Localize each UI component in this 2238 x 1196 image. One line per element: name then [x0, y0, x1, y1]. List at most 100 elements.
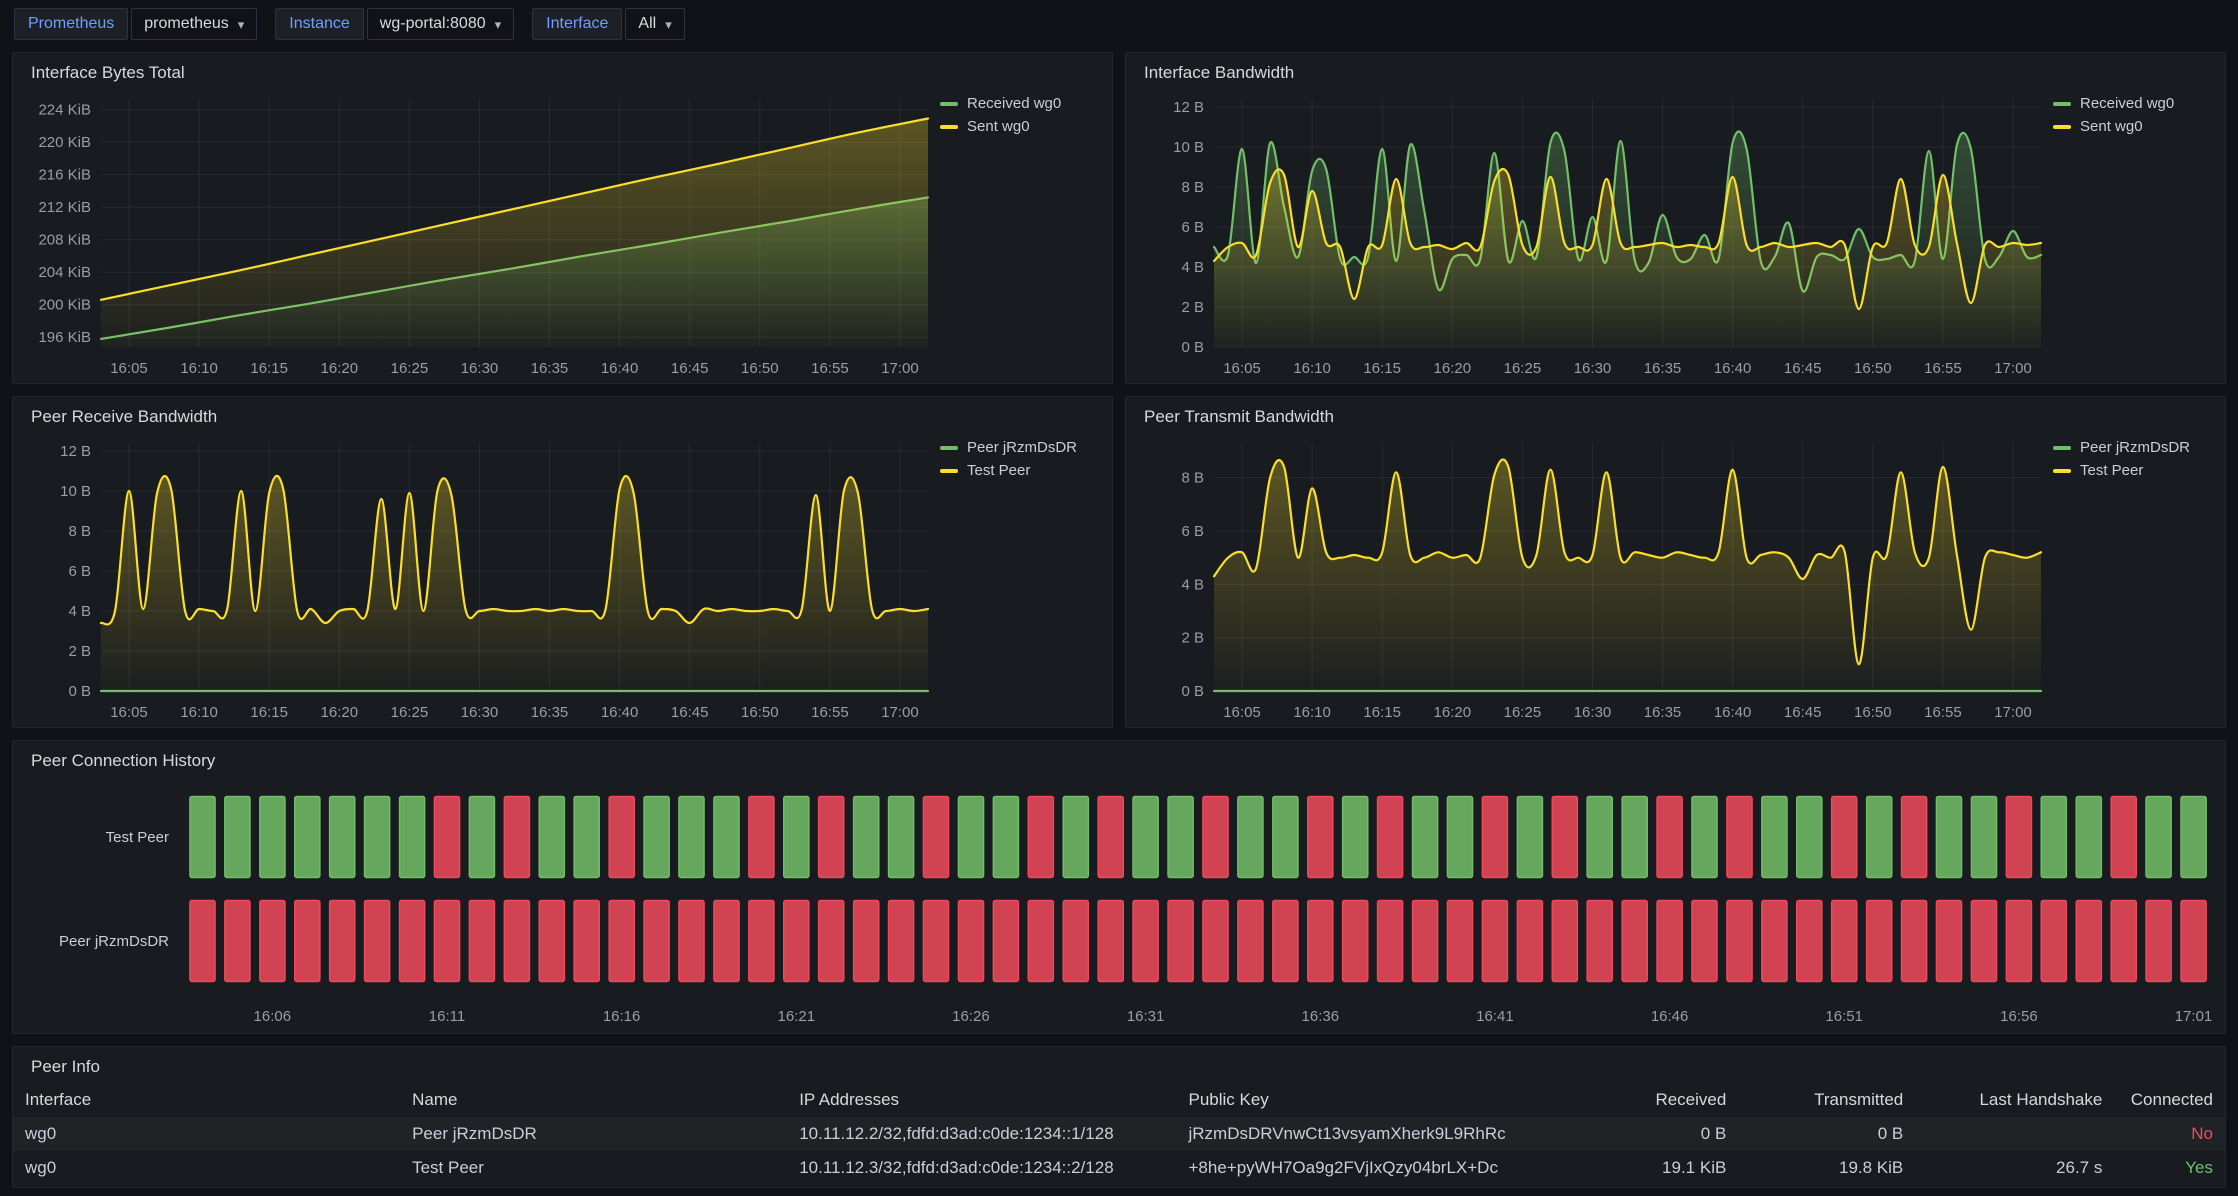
svg-text:12 B: 12 B — [60, 443, 91, 460]
series-marker — [2053, 446, 2071, 450]
series-marker — [940, 102, 958, 106]
panel-peer-info: Peer Info Interface Name IP Addresses Pu… — [12, 1046, 2226, 1188]
var-group-interface: Interface All ▾ — [532, 8, 685, 40]
svg-text:8 B: 8 B — [1181, 179, 1204, 196]
svg-text:16:41: 16:41 — [1476, 1008, 1514, 1025]
cell-pubkey: jRzmDsDRVnwCt13vsyamXherk9L9RhRc — [1176, 1117, 1561, 1151]
svg-text:208 KiB: 208 KiB — [38, 232, 91, 249]
panel-interface-bandwidth: Interface Bandwidth 0 B2 B4 B6 B8 B10 B1… — [1125, 52, 2226, 384]
svg-text:10 B: 10 B — [1173, 139, 1204, 156]
cell-ips: 10.11.12.2/32,fdfd:d3ad:c0de:1234::1/128 — [787, 1117, 1176, 1151]
svg-text:8 B: 8 B — [1181, 470, 1204, 487]
column-header-transmitted[interactable]: Transmitted — [1738, 1083, 1915, 1117]
svg-text:16:26: 16:26 — [952, 1008, 990, 1025]
legend-item-sent-wg0[interactable]: Sent wg0 — [940, 118, 1100, 135]
svg-text:16:05: 16:05 — [1223, 704, 1261, 721]
svg-text:16:16: 16:16 — [603, 1008, 641, 1025]
series-marker — [940, 469, 958, 473]
svg-text:16:50: 16:50 — [1854, 360, 1892, 377]
svg-text:16:30: 16:30 — [461, 360, 499, 377]
svg-text:16:40: 16:40 — [1714, 360, 1752, 377]
svg-text:16:46: 16:46 — [1651, 1008, 1689, 1025]
interface-bytes-total-chart[interactable]: 196 KiB200 KiB204 KiB208 KiB212 KiB216 K… — [13, 85, 940, 383]
legend-item-peer-jrzmdsdr[interactable]: Peer jRzmDsDR — [940, 439, 1100, 456]
svg-text:17:00: 17:00 — [881, 704, 919, 721]
column-header-interface[interactable]: Interface — [13, 1083, 400, 1117]
svg-text:0 B: 0 B — [68, 683, 91, 700]
svg-text:16:30: 16:30 — [1574, 704, 1612, 721]
column-header-ip-addresses[interactable]: IP Addresses — [787, 1083, 1176, 1117]
svg-text:16:11: 16:11 — [429, 1008, 465, 1025]
svg-text:16:35: 16:35 — [1644, 360, 1682, 377]
panel-title-peer-info[interactable]: Peer Info — [13, 1047, 2225, 1079]
cell-transmitted: 0 B — [1738, 1117, 1915, 1151]
svg-text:16:21: 16:21 — [778, 1008, 816, 1025]
peer-connection-history-chart[interactable]: 16:0616:1116:1616:2116:2616:3116:3616:41… — [13, 773, 2225, 1033]
var-select-interface[interactable]: All ▾ — [625, 8, 684, 40]
interface-bandwidth-chart[interactable]: 0 B2 B4 B6 B8 B10 B12 B16:0516:1016:1516… — [1126, 85, 2053, 383]
panel-peer-receive-bandwidth: Peer Receive Bandwidth 0 B2 B4 B6 B8 B10… — [12, 396, 1113, 728]
legend-item-test-peer[interactable]: Test Peer — [2053, 462, 2213, 479]
panel-body: 0 B2 B4 B6 B8 B10 B12 B16:0516:1016:1516… — [13, 429, 1112, 727]
svg-text:16:50: 16:50 — [741, 360, 779, 377]
column-header-last-handshake[interactable]: Last Handshake — [1915, 1083, 2114, 1117]
panel-title-peer-connection-history[interactable]: Peer Connection History — [13, 741, 2225, 773]
legend-item-received-wg0[interactable]: Received wg0 — [2053, 95, 2213, 112]
svg-text:16:30: 16:30 — [1574, 360, 1612, 377]
column-header-received[interactable]: Received — [1561, 1083, 1738, 1117]
var-select-prometheus[interactable]: prometheus ▾ — [131, 8, 257, 40]
var-label-prometheus: Prometheus — [14, 8, 128, 40]
svg-text:16:36: 16:36 — [1302, 1008, 1340, 1025]
svg-text:6 B: 6 B — [1181, 523, 1204, 540]
svg-text:212 KiB: 212 KiB — [38, 199, 91, 216]
legend-item-test-peer[interactable]: Test Peer — [940, 462, 1100, 479]
var-select-instance[interactable]: wg-portal:8080 ▾ — [367, 8, 514, 40]
peer-transmit-bandwidth-chart[interactable]: 0 B2 B4 B6 B8 B16:0516:1016:1516:2016:25… — [1126, 429, 2053, 727]
legend-item-received-wg0[interactable]: Received wg0 — [940, 95, 1100, 112]
svg-text:10 B: 10 B — [60, 483, 91, 500]
svg-text:16:40: 16:40 — [601, 704, 639, 721]
svg-text:16:45: 16:45 — [1784, 704, 1822, 721]
panel-peer-connection-history: Peer Connection History 16:06 16:11 16:16 1… — [12, 740, 2226, 1034]
svg-text:16:05: 16:05 — [110, 360, 148, 377]
panel-title-interface-bytes-total[interactable]: Interface Bytes Total — [13, 53, 1112, 85]
cell-handshake — [1915, 1117, 2114, 1151]
legend-item-sent-wg0[interactable]: Sent wg0 — [2053, 118, 2213, 135]
svg-text:16:25: 16:25 — [1504, 360, 1542, 377]
legend-label: Received wg0 — [967, 95, 1061, 112]
panel-body: 196 KiB200 KiB204 KiB208 KiB212 KiB216 K… — [13, 85, 1112, 383]
panel-title-peer-receive-bandwidth[interactable]: Peer Receive Bandwidth — [13, 397, 1112, 429]
svg-text:16:15: 16:15 — [1363, 360, 1401, 377]
var-value-prometheus: prometheus — [144, 15, 229, 33]
svg-text:4 B: 4 B — [1181, 259, 1204, 276]
cell-interface: wg0 — [13, 1151, 400, 1185]
svg-text:4 B: 4 B — [68, 603, 91, 620]
chevron-down-icon: ▾ — [495, 18, 502, 31]
svg-text:16:40: 16:40 — [1714, 704, 1752, 721]
column-header-public-key[interactable]: Public Key — [1176, 1083, 1561, 1117]
cell-interface: wg0 — [13, 1117, 400, 1151]
panel-body: 0 B2 B4 B6 B8 B16:0516:1016:1516:2016:25… — [1126, 429, 2225, 727]
svg-text:16:40: 16:40 — [601, 360, 639, 377]
table-row: wg0 Test Peer 10.11.12.3/32,fdfd:d3ad:c0… — [13, 1151, 2225, 1185]
panel-title-peer-transmit-bandwidth[interactable]: Peer Transmit Bandwidth — [1126, 397, 2225, 429]
svg-text:16:35: 16:35 — [1644, 704, 1682, 721]
panel-interface-bytes-total: Interface Bytes Total 196 KiB200 KiB204 … — [12, 52, 1113, 384]
series-marker — [940, 446, 958, 450]
cell-received: 0 B — [1561, 1117, 1738, 1151]
svg-text:16:06: 16:06 — [254, 1008, 292, 1025]
svg-text:2 B: 2 B — [1181, 299, 1204, 316]
column-header-name[interactable]: Name — [400, 1083, 787, 1117]
legend-item-peer-jrzmdsdr[interactable]: Peer jRzmDsDR — [2053, 439, 2213, 456]
svg-text:Peer jRzmDsDR: Peer jRzmDsDR — [59, 933, 169, 950]
panel-title-interface-bandwidth[interactable]: Interface Bandwidth — [1126, 53, 2225, 85]
svg-text:16:45: 16:45 — [671, 360, 709, 377]
column-header-connected[interactable]: Connected — [2114, 1083, 2225, 1117]
table-row: wg0 Peer jRzmDsDR 10.11.12.2/32,fdfd:d3a… — [13, 1117, 2225, 1151]
peer-receive-bandwidth-chart[interactable]: 0 B2 B4 B6 B8 B10 B12 B16:0516:1016:1516… — [13, 429, 940, 727]
svg-text:16:25: 16:25 — [1504, 704, 1542, 721]
peer-info-table: Interface Name IP Addresses Public Key R… — [13, 1083, 2225, 1185]
svg-text:0 B: 0 B — [1181, 683, 1204, 700]
svg-text:16:45: 16:45 — [1784, 360, 1822, 377]
series-marker — [2053, 102, 2071, 106]
